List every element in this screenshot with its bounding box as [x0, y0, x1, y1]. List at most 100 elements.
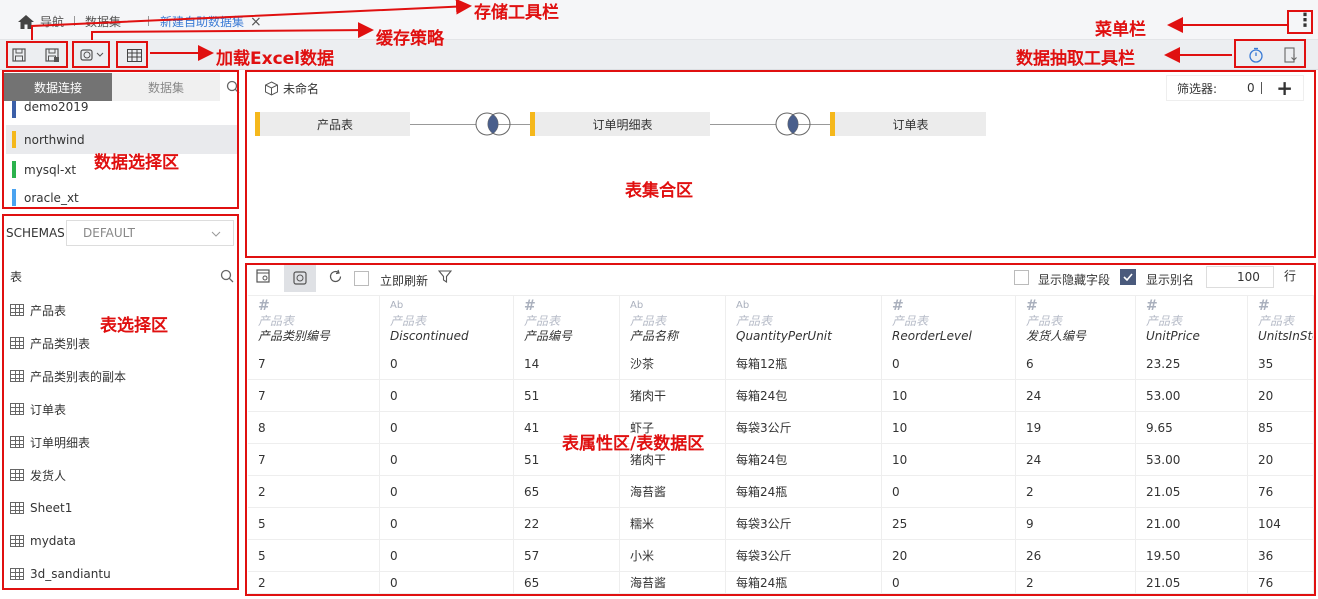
filter-box: 筛选器: 0 +: [1166, 75, 1304, 101]
number-type-icon: #: [892, 298, 904, 314]
filter-count: 0: [1247, 81, 1255, 95]
column-source-table: 产品表: [630, 314, 667, 328]
search-icon[interactable]: [226, 80, 240, 97]
table-cell: 海苔酱: [620, 476, 726, 508]
join-icon[interactable]: [774, 112, 812, 139]
show-hidden-checkbox[interactable]: [1014, 270, 1029, 285]
column-field-name: QuantityPerUnit: [736, 329, 832, 343]
nav-home[interactable]: 导航: [18, 13, 64, 30]
table-list-item[interactable]: 产品表: [10, 299, 66, 321]
table-cell: 51: [514, 380, 620, 412]
connection-item[interactable]: demo2019: [6, 97, 238, 121]
connection-name: demo2019: [24, 100, 89, 114]
auto-refresh-checkbox[interactable]: [354, 271, 369, 286]
close-tab-icon[interactable]: ×: [250, 14, 262, 30]
row-count-input[interactable]: 100: [1206, 266, 1274, 288]
table-cell: 65: [514, 572, 620, 594]
column-source-table: 产品表: [736, 314, 773, 328]
chevron-down-icon: [96, 52, 104, 57]
grid-toolbar: 立即刷新 显示隐藏字段 显示别名 100 行: [248, 264, 1314, 294]
column-source-table: 产品表: [892, 314, 929, 328]
home-icon: [18, 14, 34, 29]
table-cell: 0: [380, 476, 514, 508]
table-list-item[interactable]: 订单明细表: [10, 431, 90, 453]
column-header[interactable]: # 产品表 UnitPrice: [1136, 296, 1248, 348]
column-header[interactable]: # 产品表 产品类别编号: [248, 296, 380, 348]
table-node[interactable]: 订单表: [830, 112, 986, 136]
table-icon: [10, 304, 24, 316]
column-header[interactable]: # 产品表 产品编号: [514, 296, 620, 348]
number-type-icon: #: [1258, 298, 1270, 314]
load-excel-button[interactable]: [122, 44, 146, 66]
table-cell: 9: [1016, 508, 1136, 540]
annotation-cache-policy: 缓存策略: [376, 29, 444, 49]
table-cell: 53.00: [1136, 380, 1248, 412]
annotation-table-select-area: 表选择区: [100, 316, 168, 336]
table-cell: 24: [1016, 380, 1136, 412]
table-list-item[interactable]: mydata: [10, 530, 76, 552]
save-as-button[interactable]: [40, 44, 64, 66]
table-list-item[interactable]: 3d_sandiantu: [10, 563, 111, 585]
table-icon: [10, 535, 24, 547]
join-icon[interactable]: [474, 112, 512, 139]
nav-dataset[interactable]: 数据集: [85, 13, 121, 30]
table-cell: 海苔酱: [620, 572, 726, 594]
table-node[interactable]: 订单明细表: [530, 112, 710, 136]
schema-select[interactable]: DEFAULT: [66, 220, 234, 246]
table-cell: 每袋3公斤: [726, 508, 882, 540]
column-header[interactable]: Ab 产品表 QuantityPerUnit: [726, 296, 882, 348]
nav-active-tab[interactable]: 新建自助数据集 ×: [160, 13, 262, 30]
refresh-icon[interactable]: [328, 269, 343, 287]
column-header[interactable]: # 产品表 发货人编号: [1016, 296, 1136, 348]
connection-item[interactable]: oracle_xt: [6, 183, 238, 212]
add-filter-button[interactable]: +: [1276, 78, 1293, 98]
merge-title: 未命名: [264, 80, 319, 97]
table-list-item[interactable]: 产品类别表: [10, 332, 90, 354]
column-field-name: 产品编号: [524, 329, 573, 343]
connection-color-bar: [12, 131, 16, 148]
table-cell: 每箱12瓶: [726, 348, 882, 380]
column-header[interactable]: Ab 产品表 Discontinued: [380, 296, 514, 348]
preview-button[interactable]: [284, 264, 316, 292]
table-list-item[interactable]: Sheet1: [10, 497, 72, 519]
table-node[interactable]: 产品表: [255, 112, 410, 136]
table-cell: 每袋3公斤: [726, 412, 882, 444]
cache-policy-button[interactable]: [76, 44, 108, 66]
table-list-item[interactable]: 订单表: [10, 398, 66, 420]
column-header[interactable]: # 产品表 ReorderLevel: [882, 296, 1016, 348]
stopwatch-icon: [1249, 47, 1263, 63]
field-settings-button[interactable]: [256, 269, 270, 286]
table-icon: [10, 469, 24, 481]
table-cell: 沙茶: [620, 348, 726, 380]
settings-icon: [256, 269, 270, 283]
filter-icon[interactable]: [437, 270, 453, 286]
table-cell: 23.25: [1136, 348, 1248, 380]
column-source-table: 产品表: [390, 314, 427, 328]
show-alias-checkbox[interactable]: [1120, 269, 1136, 285]
connection-color-bar: [12, 101, 16, 118]
extract-download-button[interactable]: [1279, 44, 1303, 66]
table-icon: [10, 568, 24, 580]
column-header[interactable]: # 产品表 UnitsInSto: [1248, 296, 1314, 348]
save-button[interactable]: [7, 44, 31, 66]
schemas-label: SCHEMAS: [6, 226, 65, 240]
menu-dots-icon[interactable]: ⋮: [1296, 10, 1314, 31]
table-list-item[interactable]: 产品类别表的副本: [10, 365, 126, 387]
table-cell: 小米: [620, 540, 726, 572]
nav-active-tab-label: 新建自助数据集: [160, 15, 245, 29]
connection-name: mysql-xt: [24, 162, 77, 177]
join-line: [710, 124, 830, 125]
table-cell: 85: [1248, 412, 1314, 444]
column-source-table: 产品表: [1026, 314, 1063, 328]
extract-timer-button[interactable]: [1244, 44, 1268, 66]
table-list-item[interactable]: 发货人: [10, 464, 66, 486]
text-type-icon: Ab: [390, 300, 404, 311]
table-node-label: 订单表: [892, 117, 929, 132]
column-header[interactable]: Ab 产品表 产品名称: [620, 296, 726, 348]
filter-label: 筛选器:: [1177, 81, 1218, 96]
table-cell: 0: [380, 412, 514, 444]
table-search-icon[interactable]: [220, 269, 234, 286]
table-cell: 2: [1016, 572, 1136, 594]
table-cell: 每箱24瓶: [726, 572, 882, 594]
number-type-icon: #: [524, 298, 536, 314]
